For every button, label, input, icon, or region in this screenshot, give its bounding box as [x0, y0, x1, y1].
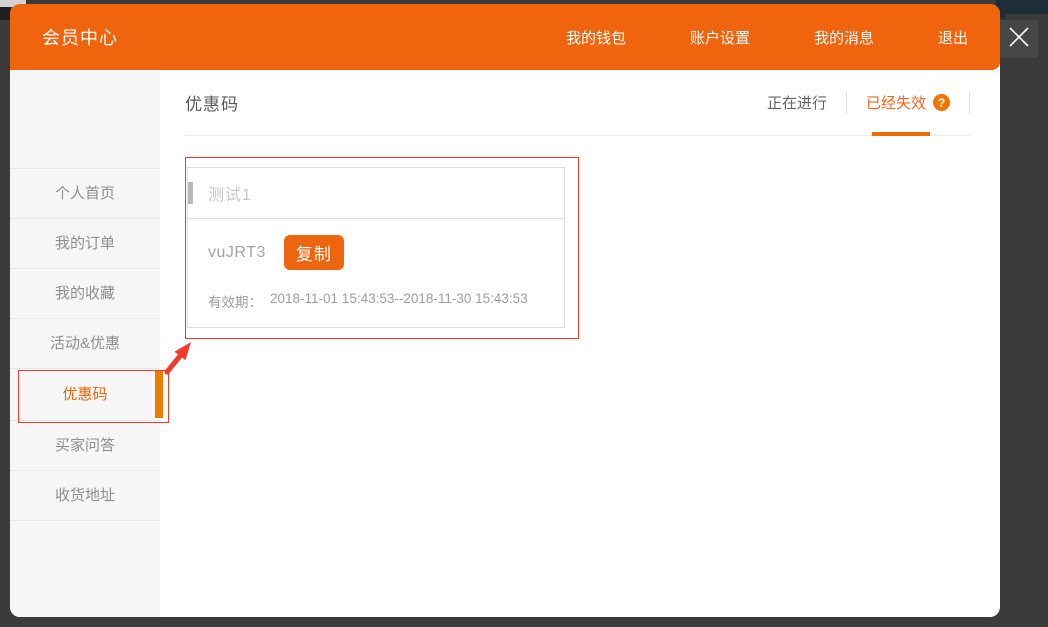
background-page-fragment — [996, 0, 1048, 14]
close-icon — [1007, 25, 1031, 54]
header-nav: 我的钱包 账户设置 我的消息 退出 — [566, 27, 1000, 48]
sidebar-item-favorites[interactable]: 我的收藏 — [10, 268, 160, 318]
nav-item-messages[interactable]: 我的消息 — [814, 27, 874, 48]
tab-expired-label: 已经失效 — [866, 92, 926, 113]
dialog-body: 个人首页 我的订单 我的收藏 活动&优惠 优惠码 买家问答 收货地址 优惠码 正… — [10, 70, 1000, 617]
coupon-code-row: vuJRT3 复制 — [208, 235, 544, 270]
coupon-card-body: vuJRT3 复制 有效期： 2018-11-01 15:43:53--2018… — [188, 219, 564, 311]
card-left-marker — [188, 182, 193, 204]
sidebar-item-coupon-codes[interactable]: 优惠码 — [10, 368, 160, 420]
page-title: 优惠码 — [185, 90, 239, 115]
main-header: 优惠码 正在进行 已经失效 ? — [185, 70, 970, 136]
validity-row: 有效期： 2018-11-01 15:43:53--2018-11-30 15:… — [208, 291, 544, 311]
tab-divider — [969, 92, 970, 114]
sidebar-item-buyer-qa[interactable]: 买家问答 — [10, 420, 160, 470]
coupon-name: 测试1 — [208, 181, 252, 205]
question-help-icon[interactable]: ? — [933, 94, 950, 111]
dialog-header: 会员中心 我的钱包 账户设置 我的消息 退出 — [10, 4, 1000, 70]
close-button[interactable] — [1000, 20, 1038, 58]
sidebar-item-orders[interactable]: 我的订单 — [10, 218, 160, 268]
coupon-card: 测试1 vuJRT3 复制 有效期： 2018-11-01 15:43:53--… — [187, 167, 565, 328]
sidebar-item-home[interactable]: 个人首页 — [10, 168, 160, 218]
tab-bar: 正在进行 已经失效 ? — [767, 92, 970, 114]
nav-item-logout[interactable]: 退出 — [938, 27, 968, 48]
main-content: 优惠码 正在进行 已经失效 ? 测试1 — [160, 70, 1000, 617]
tab-divider — [846, 92, 847, 114]
dialog-title: 会员中心 — [42, 24, 118, 50]
nav-item-settings[interactable]: 账户设置 — [690, 27, 750, 48]
sidebar-item-address[interactable]: 收货地址 — [10, 470, 160, 521]
page-overlay: { "window": { "title": "会员中心", "close_ic… — [0, 0, 1048, 627]
active-tab-underline — [872, 132, 930, 136]
active-item-indicator-bar — [155, 371, 163, 418]
tab-in-progress[interactable]: 正在进行 — [767, 92, 827, 113]
nav-item-wallet[interactable]: 我的钱包 — [566, 27, 626, 48]
validity-dates: 2018-11-01 15:43:53--2018-11-30 15:43:53 — [270, 291, 528, 311]
member-center-dialog: 会员中心 我的钱包 账户设置 我的消息 退出 个人首页 我的订单 我的收藏 活动… — [10, 4, 1000, 617]
coupon-card-header: 测试1 — [188, 168, 564, 219]
coupon-code-value: vuJRT3 — [208, 244, 266, 262]
validity-label: 有效期： — [208, 291, 262, 311]
sidebar-item-label: 优惠码 — [62, 386, 107, 403]
sidebar-item-promos[interactable]: 活动&优惠 — [10, 318, 160, 368]
copy-button[interactable]: 复制 — [284, 235, 344, 270]
annotation-arrow-icon — [160, 335, 200, 380]
sidebar: 个人首页 我的订单 我的收藏 活动&优惠 优惠码 买家问答 收货地址 — [10, 70, 160, 617]
sidebar-menu: 个人首页 我的订单 我的收藏 活动&优惠 优惠码 买家问答 收货地址 — [10, 168, 160, 521]
tab-expired[interactable]: 已经失效 ? — [866, 92, 950, 113]
